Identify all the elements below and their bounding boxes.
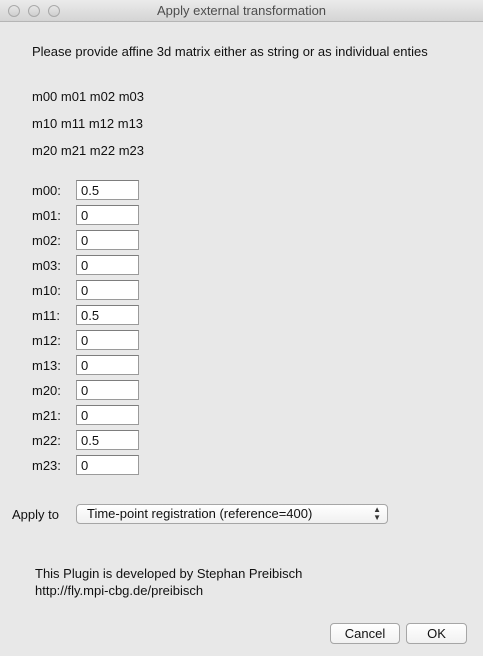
input-m21[interactable]: 0 (76, 405, 139, 425)
apply-to-label: Apply to (12, 507, 59, 522)
dropdown-arrows-icon: ▲ ▼ (373, 505, 381, 522)
field-label-m23: m23: (32, 458, 61, 473)
field-label-m02: m02: (32, 233, 61, 248)
input-m12[interactable]: 0 (76, 330, 139, 350)
input-m20[interactable]: 0 (76, 380, 139, 400)
field-label-m01: m01: (32, 208, 61, 223)
field-label-m10: m10: (32, 283, 61, 298)
window-title: Apply external transformation (156, 3, 327, 18)
field-label-m20: m20: (32, 383, 61, 398)
matrix-row-0: m00 m01 m02 m03 (32, 89, 144, 104)
field-label-m00: m00: (32, 183, 61, 198)
input-m22[interactable]: 0.5 (76, 430, 139, 450)
apply-to-dropdown[interactable]: Time-point registration (reference=400) … (76, 504, 388, 524)
input-m11[interactable]: 0.5 (76, 305, 139, 325)
footer-url: http://fly.mpi-cbg.de/preibisch (35, 583, 204, 598)
matrix-row-2: m20 m21 m22 m23 (32, 143, 144, 158)
input-m23[interactable]: 0 (76, 455, 139, 475)
footer-credit: This Plugin is developed by Stephan Prei… (35, 566, 303, 581)
input-m02[interactable]: 0 (76, 230, 139, 250)
title-bar[interactable]: Apply external transformation (0, 0, 483, 22)
field-label-m21: m21: (32, 408, 61, 423)
input-m01[interactable]: 0 (76, 205, 139, 225)
field-label-m03: m03: (32, 258, 61, 273)
field-label-m12: m12: (32, 333, 61, 348)
field-label-m13: m13: (32, 358, 61, 373)
input-m10[interactable]: 0 (76, 280, 139, 300)
cancel-button[interactable]: Cancel (330, 623, 400, 644)
apply-to-selected-value: Time-point registration (reference=400) (87, 506, 313, 521)
dialog-window: Apply external transformation Please pro… (0, 0, 483, 656)
input-m13[interactable]: 0 (76, 355, 139, 375)
field-label-m11: m11: (32, 308, 60, 323)
matrix-row-1: m10 m11 m12 m13 (32, 116, 144, 131)
ok-button[interactable]: OK (406, 623, 467, 644)
input-m03[interactable]: 0 (76, 255, 139, 275)
field-label-m22: m22: (32, 433, 61, 448)
input-m00[interactable]: 0.5 (76, 180, 139, 200)
instruction-text: Please provide affine 3d matrix either a… (32, 44, 428, 59)
